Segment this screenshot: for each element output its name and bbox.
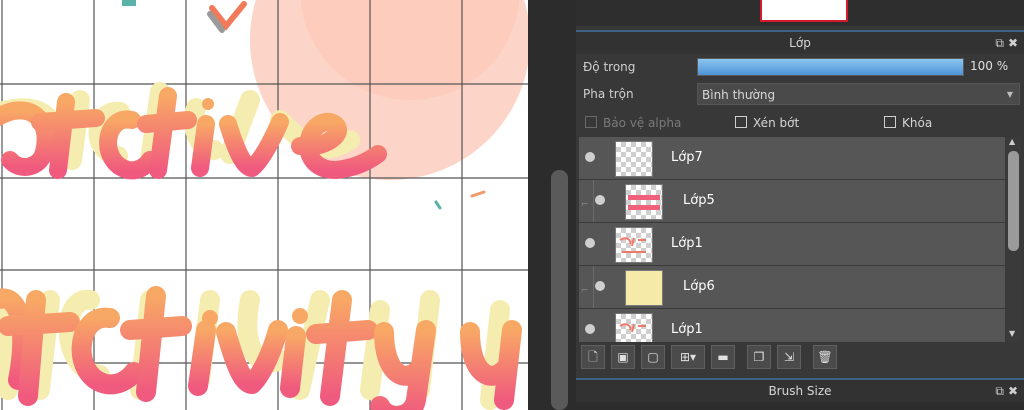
stripes-thumbnail-art bbox=[628, 195, 660, 210]
visibility-icon[interactable] bbox=[595, 195, 605, 205]
layer-row[interactable]: Lớp7 bbox=[579, 137, 1005, 180]
scroll-up-icon[interactable]: ▲ bbox=[1009, 137, 1015, 146]
brush-size-panel-header: Brush Size ⧉✖ bbox=[576, 378, 1024, 402]
layer-thumbnail bbox=[615, 313, 653, 342]
lettering-thumbnail-art bbox=[619, 323, 646, 333]
clip-divider bbox=[593, 180, 594, 222]
clip-checkbox[interactable]: Xén bớt bbox=[735, 116, 799, 130]
opacity-value: 100 % bbox=[970, 59, 1009, 73]
layer-thumbnail bbox=[615, 141, 653, 177]
lock-checkbox[interactable]: Khóa bbox=[884, 116, 932, 130]
layer-panel-title: Lớp bbox=[789, 36, 811, 50]
clip-divider bbox=[593, 266, 594, 308]
new-8bit-layer-icon[interactable]: ▣ bbox=[611, 345, 635, 369]
visibility-icon[interactable] bbox=[585, 152, 595, 162]
layer-name: Lớp6 bbox=[683, 279, 715, 294]
clip-indicator-icon: ⌐ bbox=[581, 286, 589, 296]
new-folder-icon[interactable]: ▬ bbox=[711, 345, 735, 369]
layer-name: Lớp5 bbox=[683, 193, 715, 208]
layer-name: Lớp1 bbox=[671, 236, 703, 251]
undock-icon[interactable]: ⧉ bbox=[995, 36, 1008, 50]
brush-size-panel bbox=[576, 402, 1024, 410]
lock-label: Khóa bbox=[902, 116, 933, 130]
close-icon[interactable]: ✖ bbox=[1008, 384, 1022, 398]
blend-mode-select[interactable]: Bình thường ▼ bbox=[697, 83, 1020, 105]
merge-down-icon[interactable]: ⇲ bbox=[777, 345, 801, 369]
visibility-icon[interactable] bbox=[595, 281, 605, 291]
canvas-artwork bbox=[0, 0, 528, 410]
opacity-slider[interactable] bbox=[697, 58, 964, 76]
layer-panel-header: Lớp ⧉✖ bbox=[576, 30, 1024, 54]
layer-row[interactable]: ⌐ Lớp6 bbox=[579, 266, 1005, 309]
layer-row[interactable]: ⌐ Lớp5 bbox=[579, 180, 1005, 223]
layer-row[interactable]: Lớp1 bbox=[579, 309, 1005, 342]
layer-thumbnail bbox=[625, 270, 663, 306]
protect-alpha-checkbox[interactable]: Bảo vệ alpha bbox=[585, 116, 681, 130]
checkbox-box bbox=[585, 116, 597, 128]
navigator-strip bbox=[576, 0, 1024, 26]
scroll-down-icon[interactable]: ▼ bbox=[1009, 329, 1015, 338]
add-halftone-layer-icon[interactable]: ⊞▾ bbox=[671, 345, 705, 369]
layer-list: Lớp7 ⌐ Lớp5 Lớp1 ⌐ Lớp6 Lớp1 bbox=[579, 137, 1005, 342]
new-layer-icon[interactable]: 🗋 bbox=[581, 345, 605, 369]
delete-layer-icon[interactable]: 🗑 bbox=[813, 345, 837, 369]
layer-thumbnail bbox=[615, 227, 653, 263]
new-1bit-layer-icon[interactable]: ▢ bbox=[641, 345, 665, 369]
duplicate-layer-icon[interactable]: ❐ bbox=[747, 345, 771, 369]
checkbox-box bbox=[884, 116, 896, 128]
layer-name: Lớp1 bbox=[671, 322, 703, 337]
visibility-icon[interactable] bbox=[585, 238, 595, 248]
navigator-thumbnail[interactable] bbox=[760, 0, 848, 22]
chevron-down-icon: ▼ bbox=[1006, 90, 1013, 99]
opacity-label: Độ trong bbox=[583, 60, 636, 74]
visibility-icon[interactable] bbox=[585, 324, 595, 334]
blend-mode-value: Bình thường bbox=[702, 88, 776, 102]
protect-alpha-label: Bảo vệ alpha bbox=[603, 116, 682, 130]
clip-label: Xén bớt bbox=[753, 116, 800, 130]
undock-icon[interactable]: ⧉ bbox=[995, 384, 1008, 398]
layer-list-scrollbar[interactable]: ▲ ▼ bbox=[1006, 137, 1021, 342]
layer-row[interactable]: Lớp1 bbox=[579, 223, 1005, 266]
close-icon[interactable]: ✖ bbox=[1008, 36, 1022, 50]
drawing-canvas[interactable] bbox=[0, 0, 528, 410]
lettering-thumbnail-art bbox=[619, 237, 646, 253]
canvas-scrollbar[interactable] bbox=[551, 170, 568, 410]
layer-name: Lớp7 bbox=[671, 150, 703, 165]
clip-indicator-icon: ⌐ bbox=[581, 200, 589, 210]
checkbox-box bbox=[735, 116, 747, 128]
layer-panel: Lớp ⧉✖ Độ trong 100 % Pha trộn Bình thườ… bbox=[576, 0, 1024, 410]
opacity-slider-fill bbox=[698, 59, 963, 75]
brush-size-title: Brush Size bbox=[768, 384, 832, 398]
blend-mode-label: Pha trộn bbox=[583, 87, 634, 101]
layer-thumbnail bbox=[625, 184, 663, 220]
scrollbar-thumb[interactable] bbox=[1008, 151, 1019, 251]
